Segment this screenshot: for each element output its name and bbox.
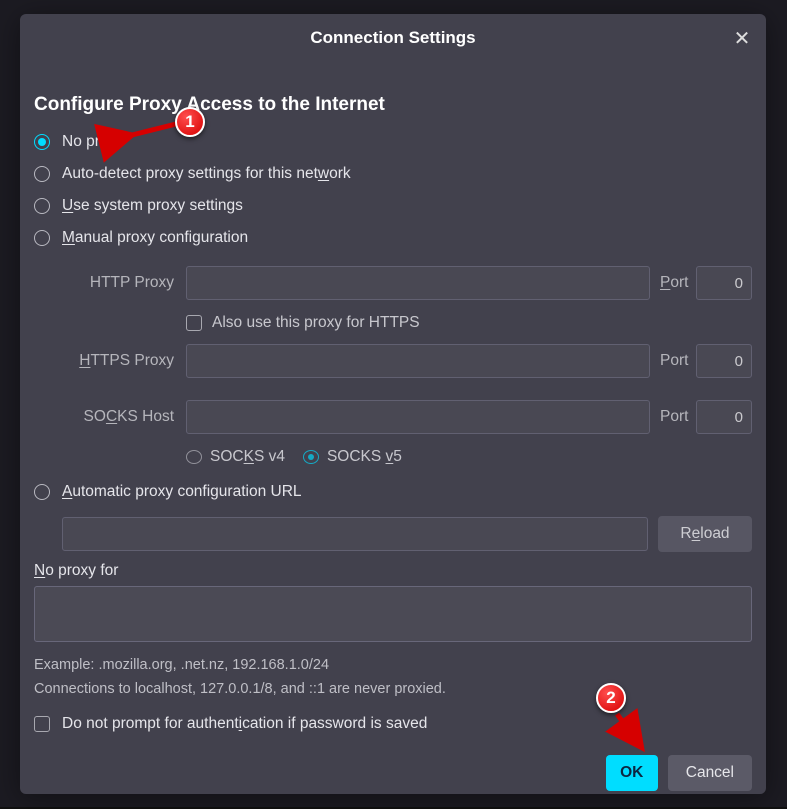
http-port-input[interactable] [696,266,752,300]
close-icon: ✕ [734,26,751,51]
socks-port-label: Port [656,408,690,426]
checkbox-icon [34,716,50,732]
socks-host-label: SOCKS Host [60,408,180,426]
https-proxy-row: HTTPS Proxy Port [60,344,752,378]
no-proxy-example: Example: .mozilla.org, .net.nz, 192.168.… [34,655,752,677]
socks-host-input[interactable] [186,400,650,434]
no-proxy-for-label: No proxy for [34,562,752,580]
option-system-proxy[interactable]: Use system proxy settings [34,190,752,222]
https-proxy-label: HTTPS Proxy [60,352,180,370]
radio-icon [34,134,50,150]
https-port-input[interactable] [696,344,752,378]
https-port-label: Port [656,352,690,370]
option-manual-proxy[interactable]: Manual proxy configuration [34,222,752,254]
dialog-title: Connection Settings [20,28,766,48]
auth-checkbox-row[interactable]: Do not prompt for authentication if pass… [34,715,752,733]
http-proxy-row: HTTP Proxy Port [60,266,752,300]
reload-button[interactable]: Reload [658,516,752,552]
socks-port-input[interactable] [696,400,752,434]
socks-version-row: SOCKS v4 SOCKS v5 [186,448,752,466]
option-label: No proxy [62,133,124,151]
dialog-header: Connection Settings ✕ [20,14,766,66]
option-label: Auto-detect proxy settings for this netw… [62,165,351,183]
radio-icon [34,198,50,214]
ok-button[interactable]: OK [606,755,658,791]
socks-v5-label: SOCKS v5 [327,448,402,466]
section-heading: Configure Proxy Access to the Internet [34,94,752,116]
cancel-button[interactable]: Cancel [668,755,752,791]
socks-host-row: SOCKS Host Port [60,400,752,434]
also-https-label: Also use this proxy for HTTPS [212,314,420,332]
pac-url-input[interactable] [62,517,648,551]
option-pac-url[interactable]: Automatic proxy configuration URL [34,476,752,508]
option-socks-v5[interactable]: SOCKS v5 [303,448,402,466]
option-no-proxy[interactable]: No proxy [34,126,752,158]
radio-icon [34,230,50,246]
checkbox-icon [186,315,202,331]
radio-icon [34,484,50,500]
annotation-marker-2: 2 [596,683,626,713]
pac-row: Reload [62,516,752,552]
http-proxy-label: HTTP Proxy [60,274,180,292]
no-proxy-for-input[interactable] [34,586,752,642]
manual-proxy-form: HTTP Proxy Port Also use this proxy for … [34,266,752,466]
annotation-marker-1: 1 [175,107,205,137]
http-port-label: Port [656,274,690,292]
option-label: Use system proxy settings [62,197,243,215]
option-label: Manual proxy configuration [62,229,248,247]
radio-icon [186,450,202,464]
radio-icon [303,450,319,464]
close-button[interactable]: ✕ [728,24,756,52]
dialog-footer: OK Cancel [20,733,766,809]
option-auto-detect[interactable]: Auto-detect proxy settings for this netw… [34,158,752,190]
radio-icon [34,166,50,182]
no-proxy-note: Connections to localhost, 127.0.0.1/8, a… [34,679,752,701]
option-label: Automatic proxy configuration URL [62,483,302,501]
socks-v4-label: SOCKS v4 [210,448,285,466]
connection-settings-dialog: Connection Settings ✕ Configure Proxy Ac… [20,14,766,794]
option-socks-v4[interactable]: SOCKS v4 [186,448,285,466]
also-https-checkbox-row[interactable]: Also use this proxy for HTTPS [186,314,752,332]
https-proxy-input[interactable] [186,344,650,378]
http-proxy-input[interactable] [186,266,650,300]
auth-label: Do not prompt for authentication if pass… [62,715,427,733]
